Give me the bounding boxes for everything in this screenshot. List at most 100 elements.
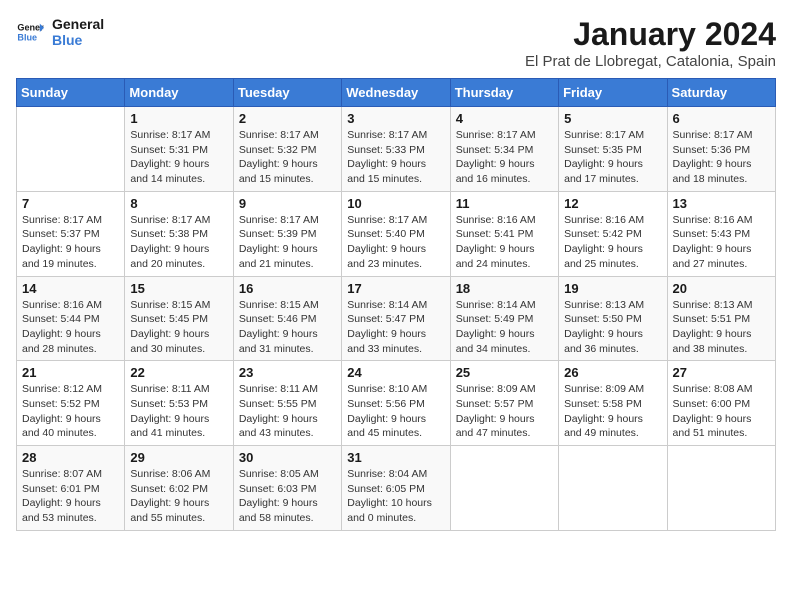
day-detail: Sunrise: 8:17 AMSunset: 5:40 PMDaylight:… bbox=[347, 213, 444, 272]
calendar-cell: 15 Sunrise: 8:15 AMSunset: 5:45 PMDayligh… bbox=[125, 276, 233, 361]
day-number: 15 bbox=[130, 281, 227, 296]
day-detail: Sunrise: 8:08 AMSunset: 6:00 PMDaylight:… bbox=[673, 382, 770, 441]
logo: General Blue General Blue bbox=[16, 16, 104, 48]
day-number: 12 bbox=[564, 196, 661, 211]
day-detail: Sunrise: 8:14 AMSunset: 5:47 PMDaylight:… bbox=[347, 298, 444, 357]
calendar-cell: 30 Sunrise: 8:05 AMSunset: 6:03 PMDayligh… bbox=[233, 446, 341, 531]
calendar-cell: 17 Sunrise: 8:14 AMSunset: 5:47 PMDayligh… bbox=[342, 276, 450, 361]
day-detail: Sunrise: 8:17 AMSunset: 5:36 PMDaylight:… bbox=[673, 128, 770, 187]
day-number: 5 bbox=[564, 111, 661, 126]
day-detail: Sunrise: 8:17 AMSunset: 5:32 PMDaylight:… bbox=[239, 128, 336, 187]
day-detail: Sunrise: 8:17 AMSunset: 5:38 PMDaylight:… bbox=[130, 213, 227, 272]
weekday-header: Tuesday bbox=[233, 79, 341, 107]
day-detail: Sunrise: 8:14 AMSunset: 5:49 PMDaylight:… bbox=[456, 298, 553, 357]
day-number: 30 bbox=[239, 450, 336, 465]
calendar-cell: 7Sunrise: 8:17 AMSunset: 5:37 PMDaylight… bbox=[17, 191, 125, 276]
day-number: 1 bbox=[130, 111, 227, 126]
calendar-cell bbox=[559, 446, 667, 531]
day-number: 13 bbox=[673, 196, 770, 211]
calendar-cell: 25Sunrise: 8:09 AMSunset: 5:57 PMDayligh… bbox=[450, 361, 558, 446]
day-detail: Sunrise: 8:11 AMSunset: 5:55 PMDaylight:… bbox=[239, 382, 336, 441]
logo-blue: Blue bbox=[52, 32, 104, 48]
calendar-cell: 4Sunrise: 8:17 AMSunset: 5:34 PMDaylight… bbox=[450, 107, 558, 192]
page-header: General Blue General Blue January 2024 E… bbox=[16, 16, 776, 70]
weekday-header: Friday bbox=[559, 79, 667, 107]
calendar-cell: 14Sunrise: 8:16 AMSunset: 5:44 PMDayligh… bbox=[17, 276, 125, 361]
day-detail: Sunrise: 8:17 AMSunset: 5:39 PMDaylight:… bbox=[239, 213, 336, 272]
day-detail: Sunrise: 8:17 AMSunset: 5:37 PMDaylight:… bbox=[22, 213, 119, 272]
day-number: 11 bbox=[456, 196, 553, 211]
day-number: 4 bbox=[456, 111, 553, 126]
calendar-cell: 16 Sunrise: 8:15 AMSunset: 5:46 PMDayligh… bbox=[233, 276, 341, 361]
calendar-cell bbox=[450, 446, 558, 531]
day-number: 17 bbox=[347, 281, 444, 296]
calendar-cell: 13 Sunrise: 8:16 AMSunset: 5:43 PMDayligh… bbox=[667, 191, 775, 276]
day-number: 29 bbox=[130, 450, 227, 465]
day-detail: Sunrise: 8:15 AMSunset: 5:46 PMDaylight:… bbox=[239, 298, 336, 357]
day-number: 18 bbox=[456, 281, 553, 296]
day-number: 16 bbox=[239, 281, 336, 296]
calendar-cell: 11 Sunrise: 8:16 AMSunset: 5:41 PMDayligh… bbox=[450, 191, 558, 276]
day-number: 31 bbox=[347, 450, 444, 465]
day-detail: Sunrise: 8:15 AMSunset: 5:45 PMDaylight:… bbox=[130, 298, 227, 357]
logo-general: General bbox=[52, 16, 104, 32]
weekday-header: Sunday bbox=[17, 79, 125, 107]
calendar-cell: 2 Sunrise: 8:17 AMSunset: 5:32 PMDaylight… bbox=[233, 107, 341, 192]
day-detail: Sunrise: 8:07 AMSunset: 6:01 PMDaylight:… bbox=[22, 467, 119, 526]
calendar-cell bbox=[667, 446, 775, 531]
calendar-cell: 23 Sunrise: 8:11 AMSunset: 5:55 PMDayligh… bbox=[233, 361, 341, 446]
day-detail: Sunrise: 8:16 AMSunset: 5:42 PMDaylight:… bbox=[564, 213, 661, 272]
calendar-cell: 19 Sunrise: 8:13 AMSunset: 5:50 PMDayligh… bbox=[559, 276, 667, 361]
calendar-cell: 26 Sunrise: 8:09 AMSunset: 5:58 PMDayligh… bbox=[559, 361, 667, 446]
calendar-table: SundayMondayTuesdayWednesdayThursdayFrid… bbox=[16, 78, 776, 531]
calendar-cell: 9 Sunrise: 8:17 AMSunset: 5:39 PMDaylight… bbox=[233, 191, 341, 276]
weekday-header-row: SundayMondayTuesdayWednesdayThursdayFrid… bbox=[17, 79, 776, 107]
day-detail: Sunrise: 8:13 AMSunset: 5:50 PMDaylight:… bbox=[564, 298, 661, 357]
weekday-header: Monday bbox=[125, 79, 233, 107]
day-detail: Sunrise: 8:16 AMSunset: 5:41 PMDaylight:… bbox=[456, 213, 553, 272]
calendar-cell: 10Sunrise: 8:17 AMSunset: 5:40 PMDayligh… bbox=[342, 191, 450, 276]
calendar-subtitle: El Prat de Llobregat, Catalonia, Spain bbox=[525, 53, 776, 70]
calendar-week-row: 1 Sunrise: 8:17 AMSunset: 5:31 PMDaylight… bbox=[17, 107, 776, 192]
calendar-cell: 29 Sunrise: 8:06 AMSunset: 6:02 PMDayligh… bbox=[125, 446, 233, 531]
day-number: 26 bbox=[564, 365, 661, 380]
calendar-title: January 2024 bbox=[525, 16, 776, 53]
day-detail: Sunrise: 8:13 AMSunset: 5:51 PMDaylight:… bbox=[673, 298, 770, 357]
calendar-cell: 12 Sunrise: 8:16 AMSunset: 5:42 PMDayligh… bbox=[559, 191, 667, 276]
calendar-cell: 22 Sunrise: 8:11 AMSunset: 5:53 PMDayligh… bbox=[125, 361, 233, 446]
calendar-cell: 1 Sunrise: 8:17 AMSunset: 5:31 PMDaylight… bbox=[125, 107, 233, 192]
day-number: 3 bbox=[347, 111, 444, 126]
day-detail: Sunrise: 8:16 AMSunset: 5:43 PMDaylight:… bbox=[673, 213, 770, 272]
day-number: 22 bbox=[130, 365, 227, 380]
day-detail: Sunrise: 8:05 AMSunset: 6:03 PMDaylight:… bbox=[239, 467, 336, 526]
day-detail: Sunrise: 8:17 AMSunset: 5:31 PMDaylight:… bbox=[130, 128, 227, 187]
weekday-header: Saturday bbox=[667, 79, 775, 107]
title-block: January 2024 El Prat de Llobregat, Catal… bbox=[525, 16, 776, 70]
day-number: 2 bbox=[239, 111, 336, 126]
day-number: 21 bbox=[22, 365, 119, 380]
day-number: 8 bbox=[130, 196, 227, 211]
calendar-cell bbox=[17, 107, 125, 192]
day-detail: Sunrise: 8:09 AMSunset: 5:58 PMDaylight:… bbox=[564, 382, 661, 441]
weekday-header: Wednesday bbox=[342, 79, 450, 107]
calendar-cell: 3Sunrise: 8:17 AMSunset: 5:33 PMDaylight… bbox=[342, 107, 450, 192]
day-detail: Sunrise: 8:10 AMSunset: 5:56 PMDaylight:… bbox=[347, 382, 444, 441]
calendar-cell: 8 Sunrise: 8:17 AMSunset: 5:38 PMDaylight… bbox=[125, 191, 233, 276]
day-number: 19 bbox=[564, 281, 661, 296]
calendar-cell: 20Sunrise: 8:13 AMSunset: 5:51 PMDayligh… bbox=[667, 276, 775, 361]
calendar-cell: 24Sunrise: 8:10 AMSunset: 5:56 PMDayligh… bbox=[342, 361, 450, 446]
calendar-week-row: 14Sunrise: 8:16 AMSunset: 5:44 PMDayligh… bbox=[17, 276, 776, 361]
day-detail: Sunrise: 8:11 AMSunset: 5:53 PMDaylight:… bbox=[130, 382, 227, 441]
svg-text:Blue: Blue bbox=[17, 32, 37, 42]
calendar-cell: 27 Sunrise: 8:08 AMSunset: 6:00 PMDayligh… bbox=[667, 361, 775, 446]
day-number: 9 bbox=[239, 196, 336, 211]
day-detail: Sunrise: 8:06 AMSunset: 6:02 PMDaylight:… bbox=[130, 467, 227, 526]
day-detail: Sunrise: 8:16 AMSunset: 5:44 PMDaylight:… bbox=[22, 298, 119, 357]
calendar-week-row: 21Sunrise: 8:12 AMSunset: 5:52 PMDayligh… bbox=[17, 361, 776, 446]
logo-icon: General Blue bbox=[16, 18, 44, 46]
day-number: 27 bbox=[673, 365, 770, 380]
calendar-cell: 6 Sunrise: 8:17 AMSunset: 5:36 PMDaylight… bbox=[667, 107, 775, 192]
calendar-cell: 21Sunrise: 8:12 AMSunset: 5:52 PMDayligh… bbox=[17, 361, 125, 446]
day-number: 6 bbox=[673, 111, 770, 126]
day-number: 23 bbox=[239, 365, 336, 380]
